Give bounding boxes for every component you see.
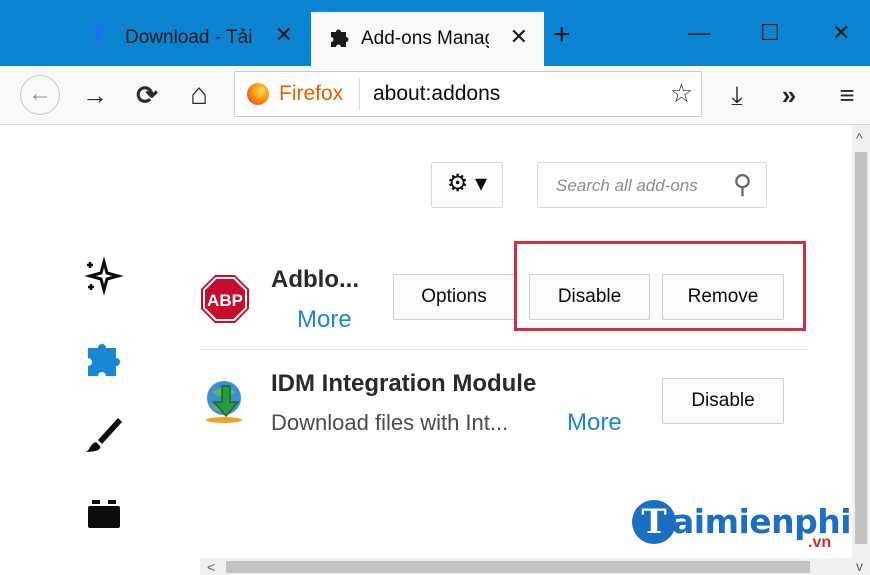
highlight-box [514,241,806,331]
title-bar: T Download - Tải ✕ Add-ons Manag ✕ + — ☐… [0,0,870,66]
hamburger-menu-button[interactable]: ≡ [830,80,864,110]
url-bar[interactable]: Firefox about:addons ☆ [234,71,702,117]
close-tab-icon[interactable]: ✕ [275,24,293,46]
sparkle-icon[interactable] [82,256,126,296]
tools-gear-button[interactable]: ⚙ ▾ [431,162,503,208]
url-separator [359,78,360,110]
idm-icon [206,381,242,423]
search-icon: ⚲ [732,169,752,199]
tab-addons-manager[interactable]: Add-ons Manag ✕ [311,10,544,66]
back-button[interactable]: ← [20,75,60,115]
adblock-plus-icon: ABP [201,275,249,323]
close-tab-icon[interactable]: ✕ [510,26,528,48]
search-placeholder: Search all add-ons [556,176,698,195]
maximize-button[interactable]: ☐ [760,22,780,44]
disable-button[interactable]: Disable [662,378,784,424]
abp-logo-text: ABP [207,291,243,310]
scroll-down-arrow[interactable]: v [856,558,863,574]
forward-button[interactable]: → [78,80,112,110]
tab-title: Download - Tải [125,27,253,48]
watermark-logo: T [632,500,676,544]
new-tab-button[interactable]: + [553,20,571,50]
scroll-left-arrow[interactable]: < [207,559,215,575]
reload-button[interactable]: ⟳ [130,80,164,110]
addon-name: Adblo... [271,266,359,293]
plugin-icon[interactable] [82,494,126,534]
url-input[interactable]: about:addons [373,82,500,106]
addon-name: IDM Integration Module [271,370,537,397]
tab-download[interactable]: T Download - Tải ✕ [75,10,309,66]
puzzle-favicon-icon [331,29,349,47]
more-link[interactable]: More [297,306,352,334]
addon-description: Download files with Int... [271,410,509,435]
bookmark-star-icon[interactable]: ☆ [670,78,693,109]
watermark-suffix: .vn [808,534,832,551]
taimienphi-favicon-icon: T [89,19,109,52]
vertical-scroll-thumb[interactable] [855,152,867,544]
firefox-logo-icon [247,83,269,105]
options-button[interactable]: Options [393,274,515,320]
brush-icon[interactable] [82,414,126,454]
overflow-menu-button[interactable]: » [772,80,806,110]
home-button[interactable]: ⌂ [182,80,216,110]
tab-title: Add-ons Manag [361,28,489,49]
scroll-up-arrow[interactable]: ^ [856,130,863,146]
minimize-button[interactable]: — [688,22,710,44]
window-close-button[interactable]: ✕ [832,22,850,44]
search-addons-input[interactable]: Search all add-ons ⚲ [537,162,767,208]
identity-label: Firefox [279,82,344,105]
row-divider [200,349,808,350]
downloads-button[interactable]: ⤓ [720,80,754,110]
more-link[interactable]: More [567,409,622,437]
puzzle-icon[interactable] [82,338,126,378]
horizontal-scroll-thumb[interactable] [226,561,810,573]
